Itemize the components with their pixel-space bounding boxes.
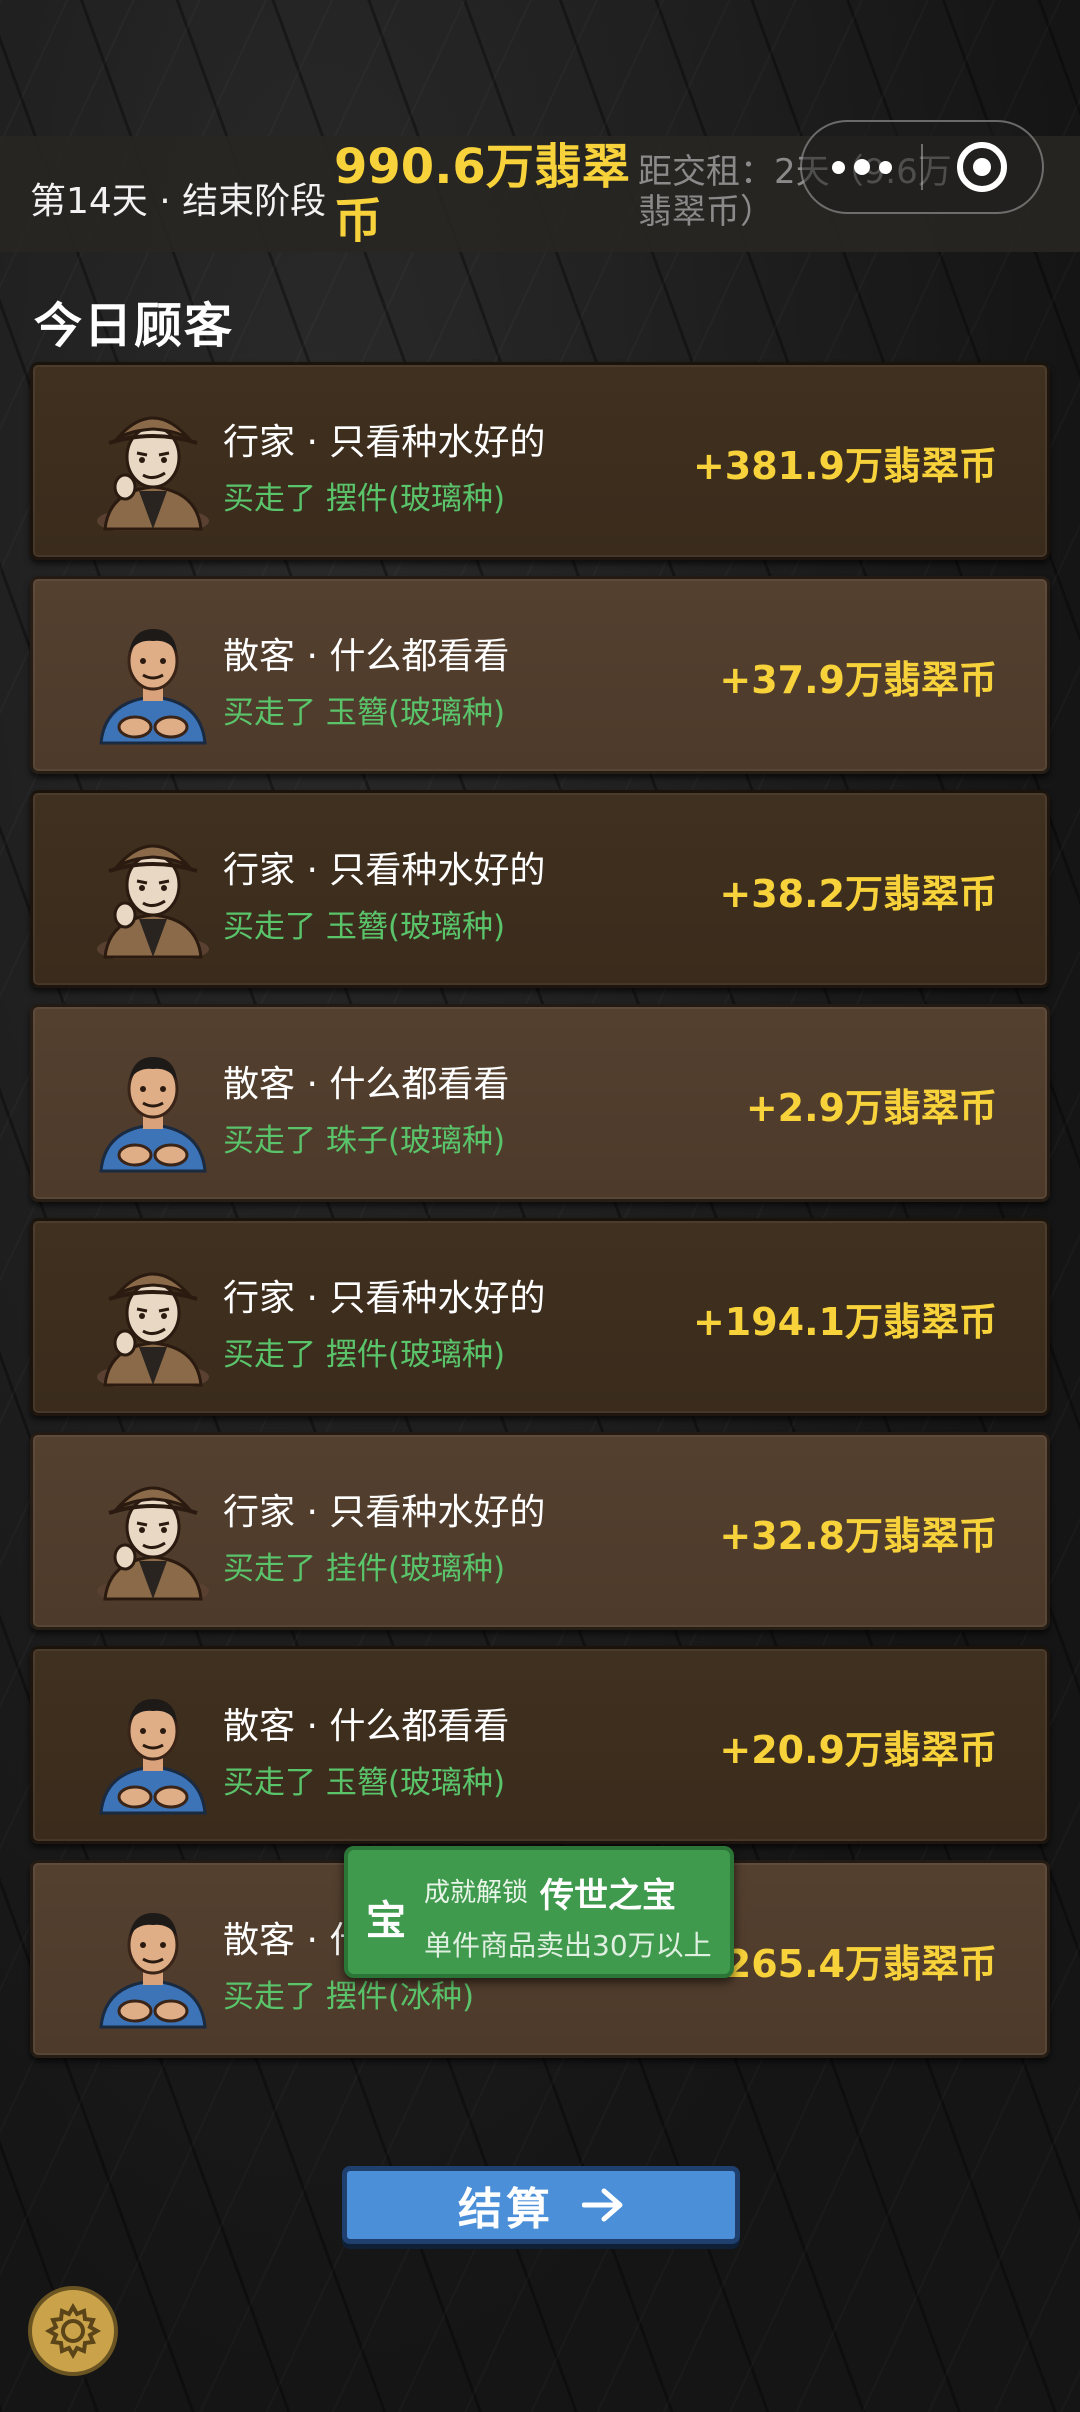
customer-gain: +194.1万翡翠币 — [692, 1300, 997, 1344]
customer-gain: +38.2万翡翠币 — [719, 872, 997, 916]
customer-card: 行家 · 只看种水好的 买走了 摆件(玻璃种) +194.1万翡翠币 — [30, 1218, 1050, 1416]
customer-gain: +20.9万翡翠币 — [719, 1728, 997, 1772]
day-label: 第14天 · 结束阶段 — [30, 181, 327, 222]
customer-gain: +2.9万翡翠币 — [745, 1086, 997, 1130]
expert-avatar-icon — [85, 395, 221, 535]
customer-name: 行家 · 只看种水好的 — [223, 422, 546, 463]
customer-card: 行家 · 只看种水好的 买走了 摆件(玻璃种) +381.9万翡翠币 — [30, 362, 1050, 560]
customer-name: 行家 · 只看种水好的 — [223, 1278, 546, 1319]
customer-gain: +32.8万翡翠币 — [719, 1514, 997, 1558]
customer-purchase: 买走了 摆件(玻璃种) — [223, 481, 506, 517]
dot-icon — [878, 160, 892, 174]
arrow-right-icon — [582, 2188, 623, 2222]
customer-purchase: 买走了 珠子(玻璃种) — [223, 1123, 506, 1159]
more-options-button[interactable] — [802, 122, 921, 212]
expert-avatar-icon — [85, 823, 221, 963]
customer-name: 行家 · 只看种水好的 — [223, 1492, 546, 1533]
customer-card: 散客 · 什么都看看 买走了 玉簪(玻璃种) +37.9万翡翠币 — [30, 576, 1050, 774]
casual-avatar-icon — [85, 1893, 221, 2029]
miniprogram-capsule — [800, 120, 1044, 214]
customer-card: 行家 · 只看种水好的 买走了 挂件(玻璃种) +32.8万翡翠币 — [30, 1432, 1050, 1630]
customer-name: 行家 · 只看种水好的 — [223, 850, 546, 891]
customer-name: 散客 · 什么都看看 — [223, 1706, 510, 1747]
achievement-desc: 单件商品卖出30万以上 — [424, 1929, 712, 1962]
customer-gain: +381.9万翡翠币 — [692, 444, 997, 488]
coin-balance: 990.6万翡翠币 — [334, 139, 630, 249]
customer-card: 散客 · 什么都看看 买走了 玉簪(玻璃种) +20.9万翡翠币 — [30, 1646, 1050, 1844]
settle-label: 结算 — [458, 2184, 554, 2235]
achievement-title: 传世之宝 — [540, 1876, 676, 1916]
gear-icon — [44, 2302, 102, 2360]
treasure-badge-icon: 宝 — [366, 1898, 406, 1944]
casual-avatar-icon — [85, 1037, 221, 1173]
customer-purchase: 买走了 挂件(玻璃种) — [223, 1551, 506, 1587]
customer-purchase: 买走了 摆件(玻璃种) — [223, 1337, 506, 1373]
section-title: 今日顾客 — [34, 298, 235, 354]
close-miniprogram-button[interactable] — [923, 122, 1042, 212]
target-icon — [957, 142, 1008, 192]
dot-icon — [853, 159, 870, 175]
dot-icon — [831, 160, 845, 174]
customer-purchase: 买走了 玉簪(玻璃种) — [223, 695, 506, 731]
settings-button[interactable] — [28, 2286, 118, 2376]
casual-avatar-icon — [85, 609, 221, 745]
expert-avatar-icon — [85, 1251, 221, 1391]
expert-avatar-icon — [85, 1465, 221, 1605]
settle-button[interactable]: 结算 — [342, 2166, 740, 2244]
achievement-tag: 成就解锁 — [424, 1878, 529, 1908]
casual-avatar-icon — [85, 1679, 221, 1815]
achievement-toast: 宝 成就解锁 传世之宝 单件商品卖出30万以上 — [344, 1846, 734, 1978]
customer-card: 行家 · 只看种水好的 买走了 玉簪(玻璃种) +38.2万翡翠币 — [30, 790, 1050, 988]
customer-name: 散客 · 什么都看看 — [223, 1064, 510, 1105]
customer-purchase: 买走了 玉簪(玻璃种) — [223, 909, 506, 945]
customer-gain: +265.4万翡翠币 — [692, 1942, 997, 1986]
customer-purchase: 买走了 玉簪(玻璃种) — [223, 1765, 506, 1801]
customer-gain: +37.9万翡翠币 — [719, 658, 997, 702]
customer-card: 散客 · 什么都看看 买走了 珠子(玻璃种) +2.9万翡翠币 — [30, 1004, 1050, 1202]
customer-name: 散客 · 什么都看看 — [223, 636, 510, 677]
